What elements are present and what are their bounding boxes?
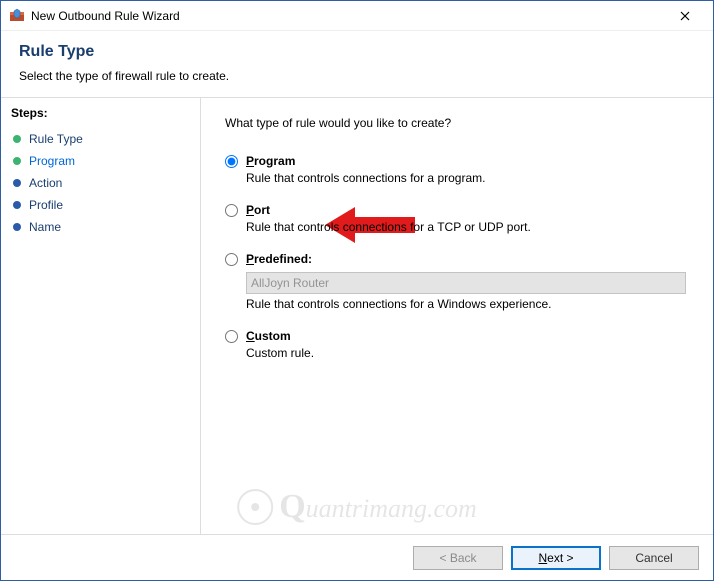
- step-label: Profile: [29, 198, 63, 212]
- page-title: Rule Type: [19, 43, 695, 61]
- label-custom[interactable]: Custom: [246, 329, 291, 343]
- close-button[interactable]: [665, 2, 705, 30]
- radio-custom[interactable]: [225, 330, 238, 343]
- desc-port: Rule that controls connections for a TCP…: [246, 220, 689, 234]
- step-bullet-icon: [13, 223, 21, 231]
- step-bullet-icon: [13, 201, 21, 209]
- steps-sidebar: Steps: Rule Type Program Action Profile …: [1, 98, 201, 534]
- cancel-button[interactable]: Cancel: [609, 546, 699, 570]
- window-title: New Outbound Rule Wizard: [31, 9, 665, 23]
- footer: < Back Next > Cancel: [1, 534, 713, 580]
- wizard-window: New Outbound Rule Wizard Rule Type Selec…: [0, 0, 714, 581]
- label-program[interactable]: Program: [246, 154, 295, 168]
- step-bullet-icon: [13, 179, 21, 187]
- option-predefined: Predefined: AllJoyn Router Rule that con…: [225, 252, 689, 311]
- option-program: Program Rule that controls connections f…: [225, 154, 689, 185]
- desc-predefined: Rule that controls connections for a Win…: [246, 297, 689, 311]
- prompt-text: What type of rule would you like to crea…: [225, 116, 689, 130]
- step-program[interactable]: Program: [11, 150, 190, 172]
- step-bullet-icon: [13, 135, 21, 143]
- radio-predefined[interactable]: [225, 253, 238, 266]
- step-label: Action: [29, 176, 62, 190]
- step-label: Program: [29, 154, 75, 168]
- step-rule-type[interactable]: Rule Type: [11, 128, 190, 150]
- option-port: Port Rule that controls connections for …: [225, 203, 689, 234]
- label-port[interactable]: Port: [246, 203, 270, 217]
- label-predefined[interactable]: Predefined:: [246, 252, 312, 266]
- content-pane: What type of rule would you like to crea…: [201, 98, 713, 534]
- step-action[interactable]: Action: [11, 172, 190, 194]
- header-pane: Rule Type Select the type of firewall ru…: [1, 31, 713, 98]
- step-bullet-icon: [13, 157, 21, 165]
- desc-program: Rule that controls connections for a pro…: [246, 171, 689, 185]
- back-button[interactable]: < Back: [413, 546, 503, 570]
- body: Steps: Rule Type Program Action Profile …: [1, 98, 713, 534]
- radio-program[interactable]: [225, 155, 238, 168]
- option-custom: Custom Custom rule.: [225, 329, 689, 360]
- firewall-icon: [9, 8, 25, 24]
- radio-port[interactable]: [225, 204, 238, 217]
- predefined-select[interactable]: AllJoyn Router: [246, 272, 686, 294]
- desc-custom: Custom rule.: [246, 346, 689, 360]
- steps-label: Steps:: [11, 106, 190, 120]
- step-label: Rule Type: [29, 132, 83, 146]
- titlebar: New Outbound Rule Wizard: [1, 1, 713, 31]
- step-profile[interactable]: Profile: [11, 194, 190, 216]
- page-subtitle: Select the type of firewall rule to crea…: [19, 69, 695, 83]
- next-button[interactable]: Next >: [511, 546, 601, 570]
- step-label: Name: [29, 220, 61, 234]
- step-name[interactable]: Name: [11, 216, 190, 238]
